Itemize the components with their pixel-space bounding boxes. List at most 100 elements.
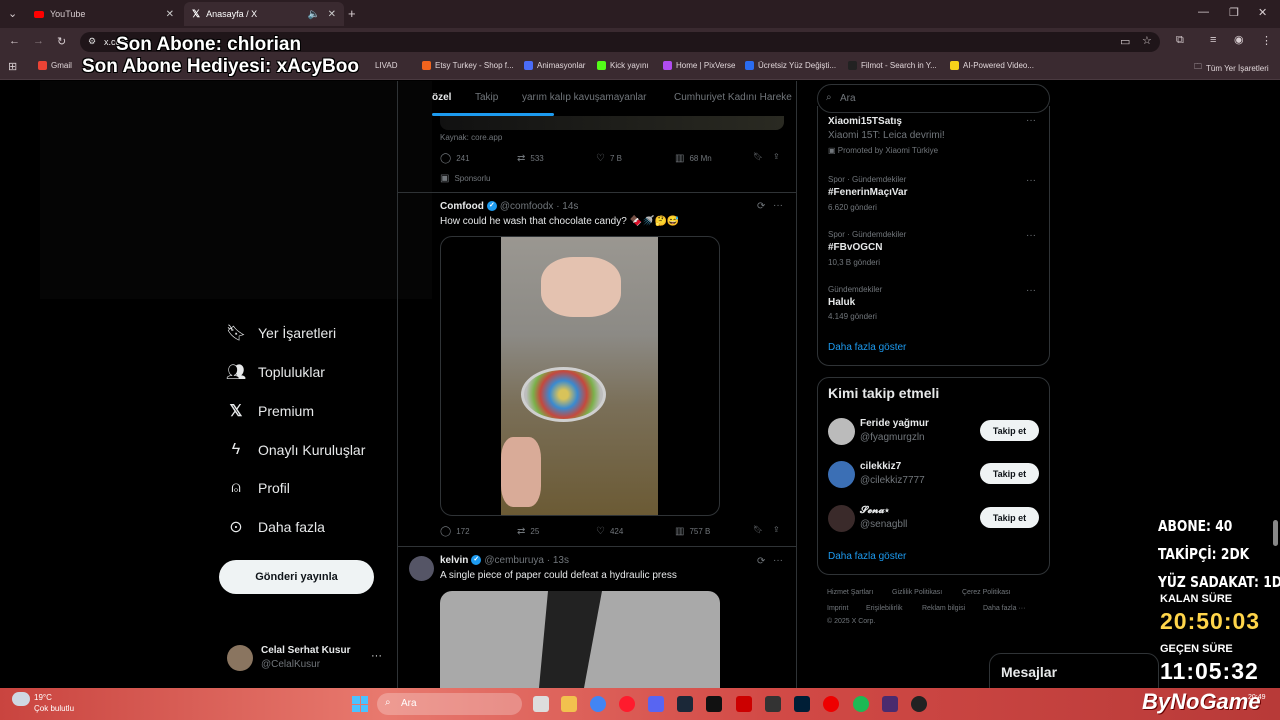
ad-source[interactable]: Kaynak: core.app <box>440 133 502 142</box>
nav-communities[interactable]: 👥︎ Topluluklar <box>226 360 325 384</box>
footer-link[interactable]: Imprint <box>827 605 848 612</box>
bookmark-ai-video[interactable]: AI-Powered Video... <box>950 61 1034 70</box>
avatar[interactable] <box>828 505 855 532</box>
tweet-author[interactable]: kelvin ✓ @cemburuya · 13s <box>440 555 569 566</box>
tweet-more-icon[interactable]: ··· <box>773 555 783 566</box>
tab-cumhuriyet[interactable]: Cumhuriyet Kadını Hareke <box>674 92 792 103</box>
app-icon[interactable] <box>882 696 898 712</box>
repost-button[interactable]: ⇄ 25 <box>517 526 539 537</box>
bookmark-tweet-icon[interactable]: 🔖︎ <box>753 525 763 534</box>
taskbar-search[interactable]: ⌕ Ara <box>377 693 522 715</box>
bookmark-animasyonlar[interactable]: Animasyonlar <box>524 61 585 70</box>
tab-takip[interactable]: Takip <box>475 92 498 103</box>
avatar[interactable] <box>227 645 253 671</box>
avatar[interactable] <box>828 461 855 488</box>
trend-item[interactable]: #FenerinMaçıVar <box>828 187 907 198</box>
trend-more-icon[interactable]: ··· <box>1026 285 1036 296</box>
tab-youtube[interactable]: YouTube ✕ <box>26 2 182 26</box>
footer-link[interactable]: Hizmet Şartları <box>827 589 873 596</box>
menu-icon[interactable]: ⋮ <box>1261 34 1272 47</box>
ad-media[interactable] <box>440 116 784 130</box>
tab-ozel[interactable]: özel <box>432 92 451 103</box>
bookmark-livad[interactable]: LIVAD <box>375 61 398 70</box>
close-icon[interactable]: ✕ <box>328 9 336 20</box>
cast-icon[interactable]: ▭ <box>1120 35 1130 48</box>
reload-icon[interactable]: ↻ <box>57 35 66 48</box>
account-more-icon[interactable]: ··· <box>371 650 382 662</box>
media-icon[interactable]: ≡ <box>1210 34 1216 46</box>
follow-button[interactable]: Takip et <box>980 420 1039 441</box>
chrome-icon[interactable] <box>590 696 606 712</box>
follow-button[interactable]: Takip et <box>980 463 1039 484</box>
suggested-user-name[interactable]: Feride yağmur <box>860 418 929 429</box>
trend-item[interactable]: Xiaomi15TSatış <box>828 116 902 127</box>
photoshop-icon[interactable] <box>794 696 810 712</box>
back-icon[interactable]: ← <box>9 35 20 47</box>
trend-item[interactable]: #FBvOGCN <box>828 242 882 253</box>
steam-icon[interactable] <box>677 696 693 712</box>
footer-link[interactable]: Erişilebilirlik <box>866 605 903 612</box>
footer-link[interactable]: Reklam bilgisi <box>922 605 965 612</box>
nav-bookmarks[interactable]: 🔖︎ Yer İşaretleri <box>226 321 336 345</box>
window-close-icon[interactable]: ✕ <box>1258 6 1267 19</box>
apps-icon[interactable]: ⊞ <box>8 60 17 73</box>
tab-search-icon[interactable]: ⌄ <box>8 7 17 20</box>
avatar[interactable] <box>409 556 434 581</box>
trend-item[interactable]: Haluk <box>828 297 855 308</box>
tweet-video[interactable] <box>440 591 720 688</box>
minimize-icon[interactable]: — <box>1198 6 1209 18</box>
task-view-icon[interactable] <box>533 696 549 712</box>
nav-premium[interactable]: 𝕏 Premium <box>226 399 314 423</box>
bookmark-kick[interactable]: Kick yayını <box>597 61 649 70</box>
tweet-more-icon[interactable]: ··· <box>773 200 783 211</box>
views-button[interactable]: ▥ 757 B <box>675 526 710 537</box>
opera-icon[interactable] <box>619 696 635 712</box>
weather-icon[interactable] <box>12 692 30 706</box>
spotify-icon[interactable] <box>853 696 869 712</box>
avatar[interactable] <box>828 418 855 445</box>
bookmark-pixverse[interactable]: Home | PixVerse <box>663 61 735 70</box>
tab-list[interactable]: yarım kalıp kavuşamayanlar <box>522 92 647 103</box>
scrollbar-thumb[interactable] <box>1273 520 1278 546</box>
site-info-icon[interactable]: ⚙ <box>88 36 96 47</box>
footer-link[interactable]: Gizlilik Politikası <box>892 589 942 596</box>
tab-x-home[interactable]: 𝕏 Anasayfa / X 🔈 ✕ <box>184 2 344 26</box>
suggested-user-name[interactable]: 𝓢𝓮𝓷𝓪⋆ <box>860 505 889 516</box>
post-button[interactable]: Gönderi yayınla <box>219 560 374 594</box>
bookmark-etsy[interactable]: Etsy Turkey - Shop f... <box>422 61 514 70</box>
show-more-trends-link[interactable]: Daha fazla göster <box>828 342 906 353</box>
like-button[interactable]: ♡ 7 B <box>596 153 622 164</box>
tweet-author[interactable]: Comfood ✓ @comfoodx · 14s <box>440 201 578 212</box>
profile-icon[interactable]: ◉ <box>1234 33 1244 46</box>
bookmark-tweet-icon[interactable]: 🔖︎ <box>753 152 763 161</box>
grok-icon[interactable]: ⟳ <box>757 556 765 567</box>
follow-button[interactable]: Takip et <box>980 507 1039 528</box>
record-icon[interactable] <box>823 696 839 712</box>
footer-link[interactable]: Çerez Politikası <box>962 589 1011 596</box>
close-icon[interactable]: ✕ <box>166 9 174 20</box>
share-icon[interactable]: ⇪ <box>773 525 780 534</box>
nav-profile[interactable]: ⍝ Profil <box>226 476 290 500</box>
suggested-user-name[interactable]: cilekkiz7 <box>860 461 901 472</box>
bookmark-gmail[interactable]: Gmail <box>38 61 72 70</box>
new-tab-icon[interactable]: + <box>348 6 356 21</box>
maximize-icon[interactable]: ❐ <box>1229 6 1239 19</box>
nav-more[interactable]: ⊙ Daha fazla <box>226 515 325 539</box>
windows-start-icon[interactable] <box>352 696 368 712</box>
trend-more-icon[interactable]: ··· <box>1026 175 1036 186</box>
messages-drawer[interactable]: Mesajlar <box>989 653 1159 690</box>
bookmark-yuz-degistir[interactable]: Ücretsiz Yüz Değişti... <box>745 61 836 70</box>
trend-more-icon[interactable]: ··· <box>1026 230 1036 241</box>
show-more-follow-link[interactable]: Daha fazla göster <box>828 551 906 562</box>
bookmark-filmot[interactable]: Filmot - Search in Y... <box>848 61 937 70</box>
speaker-icon[interactable]: 🔈 <box>308 9 320 20</box>
reply-button[interactable]: ◯ 172 <box>440 526 470 537</box>
grok-icon[interactable]: ⟳ <box>757 201 765 212</box>
trend-more-icon[interactable]: ··· <box>1026 115 1036 126</box>
forward-icon[interactable]: → <box>33 35 44 47</box>
discord-icon[interactable] <box>648 696 664 712</box>
app-icon[interactable] <box>736 696 752 712</box>
file-explorer-icon[interactable] <box>561 696 577 712</box>
extensions-icon[interactable]: ⧉ <box>1176 34 1184 47</box>
reply-button[interactable]: ◯ 241 <box>440 153 470 164</box>
